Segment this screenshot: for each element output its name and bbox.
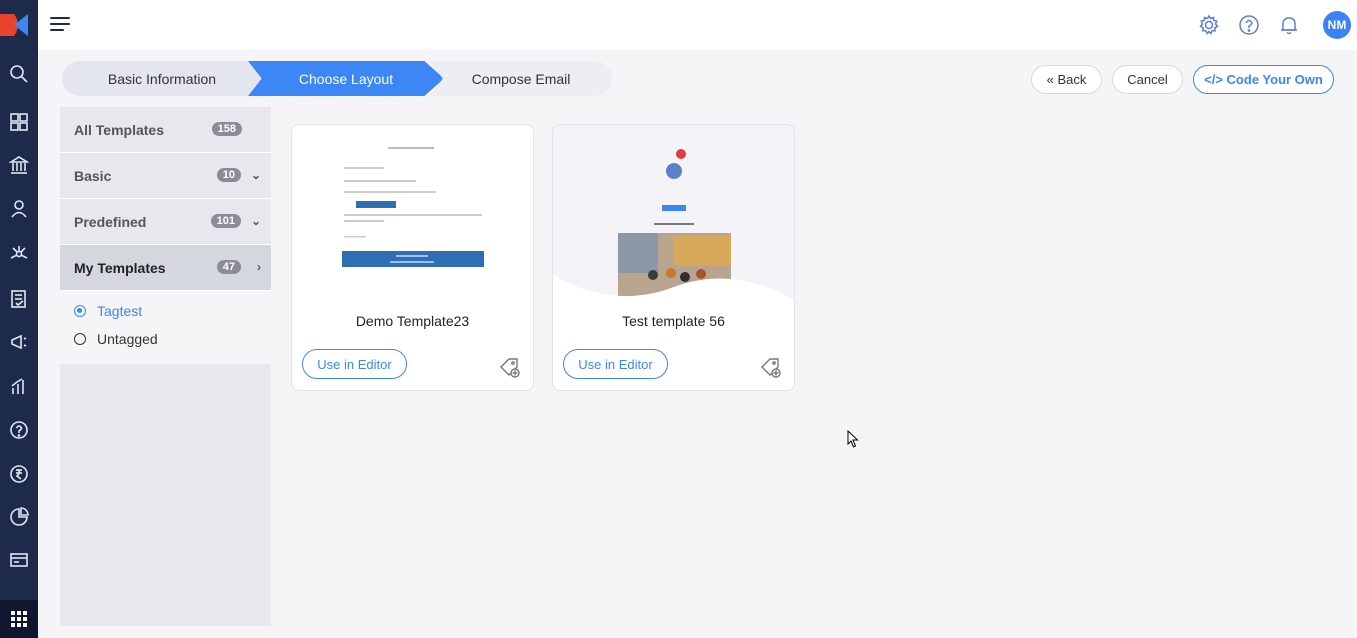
cancel-button[interactable]: Cancel xyxy=(1112,65,1183,94)
help-circle-icon[interactable] xyxy=(1238,14,1260,36)
analytics-icon[interactable] xyxy=(4,371,34,401)
top-bar: NM xyxy=(38,0,1357,50)
tag-filter-label: Tagtest xyxy=(97,303,143,319)
currency-icon[interactable] xyxy=(4,459,34,489)
chevron-right-icon: › xyxy=(257,260,261,274)
institution-icon[interactable] xyxy=(4,150,34,180)
billing-icon[interactable] xyxy=(4,545,34,575)
tag-filter-tagtest[interactable]: Tagtest xyxy=(60,297,271,325)
template-name: Test template 56 xyxy=(622,313,725,329)
sidebar-item-predefined[interactable]: Predefined 101 ⌄ xyxy=(60,199,271,245)
user-avatar[interactable]: NM xyxy=(1323,11,1351,39)
tag-filter-untagged[interactable]: Untagged xyxy=(60,325,271,353)
settings-gear-icon[interactable] xyxy=(1198,14,1220,36)
use-in-editor-button[interactable]: Use in Editor xyxy=(302,349,407,379)
app-logo[interactable] xyxy=(0,0,38,50)
sidebar-item-label: Predefined xyxy=(74,213,147,230)
template-name: Demo Template23 xyxy=(355,313,470,329)
search-icon[interactable] xyxy=(4,59,34,89)
sidebar-item-label: All Templates xyxy=(74,121,164,138)
sidebar-item-label: Basic xyxy=(74,167,112,184)
forms-icon[interactable] xyxy=(4,284,34,314)
user-icon[interactable] xyxy=(4,194,34,224)
add-tag-icon[interactable] xyxy=(760,357,782,379)
radio-selected[interactable] xyxy=(74,305,86,317)
step-choose-layout[interactable]: Choose Layout xyxy=(248,61,444,96)
step-basic-information[interactable]: Basic Information xyxy=(62,61,262,96)
count-badge: 158 xyxy=(211,122,242,136)
template-card[interactable]: Demo Template23 Use in Editor xyxy=(291,124,534,391)
sidebar-item-all-templates[interactable]: All Templates 158 xyxy=(60,107,271,153)
step-compose-email[interactable]: Compose Email xyxy=(430,61,612,96)
add-tag-icon[interactable] xyxy=(499,357,521,379)
tag-filter-label: Untagged xyxy=(97,331,158,347)
chevron-down-icon: ⌄ xyxy=(250,214,261,228)
use-in-editor-button[interactable]: Use in Editor xyxy=(563,349,668,379)
radio-unselected[interactable] xyxy=(74,333,86,345)
left-nav-rail xyxy=(0,0,38,638)
sidebar-item-basic[interactable]: Basic 10 ⌄ xyxy=(60,153,271,199)
sidebar-empty-area xyxy=(60,364,271,626)
help-icon[interactable] xyxy=(4,415,34,445)
sidebar-item-my-templates[interactable]: My Templates 47 › xyxy=(60,245,271,291)
count-badge: 47 xyxy=(216,260,241,274)
network-icon[interactable] xyxy=(4,239,34,269)
pie-chart-icon[interactable] xyxy=(4,502,34,532)
chevron-down-icon: ⌄ xyxy=(250,168,261,182)
template-card[interactable]: Test template 56 Use in Editor xyxy=(552,124,795,391)
dashboard-icon[interactable] xyxy=(4,107,34,137)
menu-toggle-icon[interactable] xyxy=(50,16,72,32)
sidebar-item-label: My Templates xyxy=(74,259,166,276)
back-button[interactable]: « Back xyxy=(1031,65,1102,94)
template-thumbnail xyxy=(553,125,794,305)
mouse-cursor-icon xyxy=(847,429,859,448)
template-category-sidebar: All Templates 158 Basic 10 ⌄ Predefined … xyxy=(60,107,271,353)
apps-grid-icon[interactable] xyxy=(0,600,38,638)
count-badge: 101 xyxy=(210,214,241,228)
count-badge: 10 xyxy=(216,168,241,182)
megaphone-icon[interactable] xyxy=(4,327,34,357)
template-thumbnail xyxy=(292,125,533,305)
notification-bell-icon[interactable] xyxy=(1278,14,1300,36)
code-your-own-button[interactable]: </> Code Your Own xyxy=(1193,65,1334,94)
